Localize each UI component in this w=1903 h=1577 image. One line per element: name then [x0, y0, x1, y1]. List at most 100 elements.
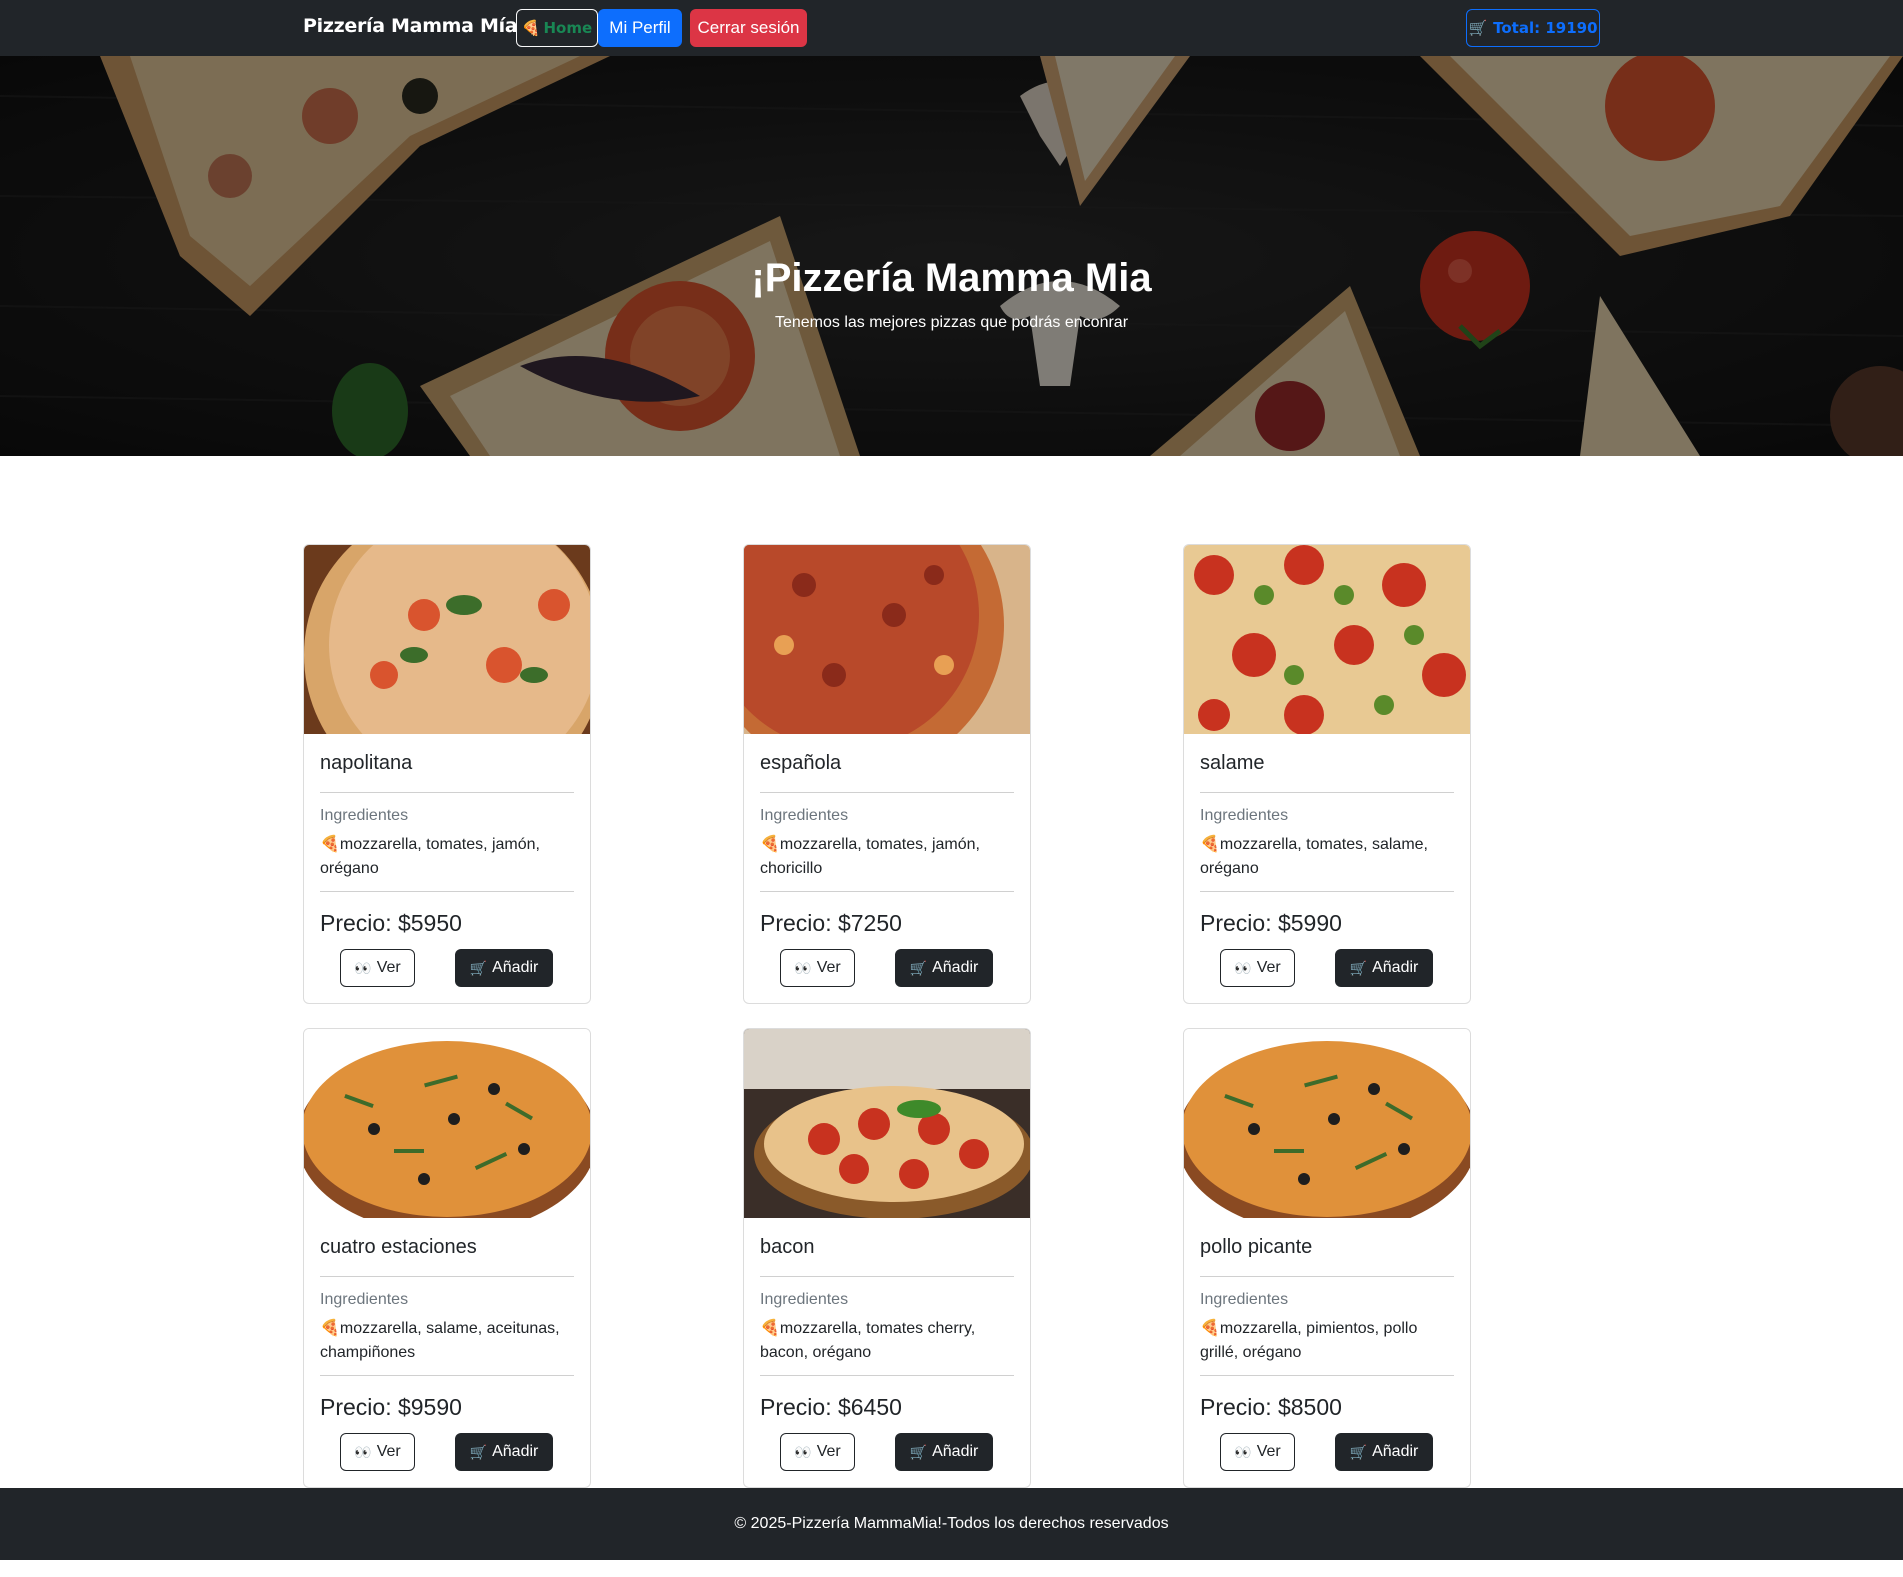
divider [320, 891, 574, 892]
view-button[interactable]: 👀 Ver [1220, 949, 1295, 987]
add-button-label: Añadir [932, 1443, 979, 1460]
cart-icon: 🛒 [1468, 19, 1488, 37]
divider [1200, 1276, 1454, 1277]
cart-icon: 🛒 [469, 959, 488, 976]
pizza-name: napolitana [320, 752, 413, 774]
view-button-label: Ver [376, 1443, 401, 1460]
eyes-icon: 👀 [1234, 959, 1252, 976]
add-button-label: Añadir [492, 959, 539, 976]
pizza-icon: 🍕 [320, 836, 340, 853]
pizza-name: cuatro estaciones [320, 1236, 477, 1258]
pizza-image [744, 545, 1030, 734]
add-button-label: Añadir [932, 959, 979, 976]
home-button[interactable]: 🍕 Home [516, 9, 598, 47]
pizza-price: Precio: $6450 [760, 1394, 902, 1420]
cart-icon: 🛒 [1349, 1443, 1368, 1460]
divider [1200, 1375, 1454, 1376]
pizza-name: española [760, 752, 842, 774]
ingredients-text: mozzarella, tomates, jamón, choricillo [760, 836, 980, 877]
pizza-price: Precio: $9590 [320, 1394, 462, 1420]
ingredients-label: Ingredientes [760, 1291, 849, 1308]
pizza-name: pollo picante [1200, 1236, 1313, 1258]
cart-icon: 🛒 [1349, 959, 1368, 976]
divider [1200, 891, 1454, 892]
divider [320, 792, 574, 793]
pizza-price: Precio: $5990 [1200, 910, 1342, 936]
hero-subtitle: Tenemos las mejores pizzas que podrás en… [774, 314, 1129, 331]
pizza-price: Precio: $5950 [320, 910, 462, 936]
divider [1200, 792, 1454, 793]
pizza-icon: 🍕 [760, 836, 780, 853]
ingredients-list: 🍕mozzarella, tomates, jamón, choricillo [760, 833, 1014, 891]
hero-title: ¡Pizzería Mamma Mia [751, 256, 1152, 300]
pizza-price: Precio: $7250 [760, 910, 902, 936]
pizza-name: salame [1200, 752, 1265, 774]
pizza-image [1184, 545, 1470, 734]
add-to-cart-button[interactable]: 🛒 Añadir [455, 949, 553, 987]
pizza-card: española Ingredientes 🍕mozzarella, tomat… [743, 544, 1031, 1004]
pizza-icon: 🍕 [1200, 836, 1220, 853]
cart-total-button[interactable]: 🛒 Total: 19190 [1466, 9, 1600, 47]
pizza-price: Precio: $8500 [1200, 1394, 1342, 1420]
ingredients-list: 🍕mozzarella, tomates, salame, orégano [1200, 833, 1454, 891]
footer-copyright: © 2025-Pizzería MammaMia!-Todos los dere… [734, 1515, 1169, 1532]
view-button-label: Ver [816, 1443, 841, 1460]
eyes-icon: 👀 [354, 959, 372, 976]
add-to-cart-button[interactable]: 🛒 Añadir [1335, 1433, 1433, 1471]
view-button-label: Ver [376, 959, 401, 976]
ingredients-label: Ingredientes [760, 807, 849, 824]
divider [760, 1375, 1014, 1376]
view-button[interactable]: 👀 Ver [780, 1433, 855, 1471]
view-button[interactable]: 👀 Ver [340, 1433, 415, 1471]
pizza-card: salame Ingredientes 🍕mozzarella, tomates… [1183, 544, 1471, 1004]
divider [320, 1375, 574, 1376]
pizza-card: bacon Ingredientes 🍕mozzarella, tomates … [743, 1028, 1031, 1488]
pizza-image [304, 1029, 590, 1218]
ingredients-text: mozzarella, tomates, salame, orégano [1200, 836, 1428, 877]
ingredients-label: Ingredientes [1200, 1291, 1289, 1308]
view-button-label: Ver [1256, 1443, 1281, 1460]
logout-button[interactable]: Cerrar sesión [690, 9, 807, 47]
divider [760, 891, 1014, 892]
divider [760, 1276, 1014, 1277]
add-to-cart-button[interactable]: 🛒 Añadir [1335, 949, 1433, 987]
cart-icon: 🛒 [469, 1443, 488, 1460]
pizza-icon: 🍕 [320, 1320, 340, 1337]
cart-total-label: Total: 19190 [1493, 19, 1598, 37]
pizza-image [1184, 1029, 1470, 1218]
view-button[interactable]: 👀 Ver [340, 949, 415, 987]
eyes-icon: 👀 [794, 959, 812, 976]
ingredients-list: 🍕mozzarella, tomates cherry, bacon, orég… [760, 1317, 1014, 1375]
add-button-label: Añadir [1372, 1443, 1419, 1460]
ingredients-text: mozzarella, tomates cherry, bacon, oréga… [760, 1320, 976, 1361]
eyes-icon: 👀 [354, 1443, 372, 1460]
ingredients-text: mozzarella, salame, aceitunas, champiñon… [320, 1320, 560, 1361]
add-to-cart-button[interactable]: 🛒 Añadir [455, 1433, 553, 1471]
hero-banner: ¡Pizzería Mamma Mia Tenemos las mejores … [0, 56, 1903, 456]
pizza-icon: 🍕 [1200, 1320, 1220, 1337]
profile-button[interactable]: Mi Perfil [598, 9, 682, 47]
add-to-cart-button[interactable]: 🛒 Añadir [895, 1433, 993, 1471]
ingredients-label: Ingredientes [320, 807, 409, 824]
pizza-icon: 🍕 [760, 1320, 780, 1337]
eyes-icon: 👀 [794, 1443, 812, 1460]
divider [760, 792, 1014, 793]
navbar: Pizzería Mamma Mía 🍕 Home Mi Perfil Cerr… [0, 0, 1903, 56]
view-button[interactable]: 👀 Ver [1220, 1433, 1295, 1471]
brand-title[interactable]: Pizzería Mamma Mía [303, 15, 518, 37]
ingredients-list: 🍕mozzarella, pimientos, pollo grillé, or… [1200, 1317, 1454, 1375]
pizza-image [304, 545, 590, 734]
pizza-card: pollo picante Ingredientes 🍕mozzarella, … [1183, 1028, 1471, 1488]
add-button-label: Añadir [1372, 959, 1419, 976]
footer: © 2025-Pizzería MammaMia!-Todos los dere… [0, 1488, 1903, 1560]
view-button[interactable]: 👀 Ver [780, 949, 855, 987]
ingredients-list: 🍕mozzarella, tomates, jamón, orégano [320, 833, 574, 891]
cart-icon: 🛒 [909, 959, 928, 976]
ingredients-text: mozzarella, pimientos, pollo grillé, oré… [1200, 1320, 1418, 1361]
view-button-label: Ver [1256, 959, 1281, 976]
eyes-icon: 👀 [1234, 1443, 1252, 1460]
cart-icon: 🛒 [909, 1443, 928, 1460]
view-button-label: Ver [816, 959, 841, 976]
ingredients-text: mozzarella, tomates, jamón, orégano [320, 836, 540, 877]
add-to-cart-button[interactable]: 🛒 Añadir [895, 949, 993, 987]
